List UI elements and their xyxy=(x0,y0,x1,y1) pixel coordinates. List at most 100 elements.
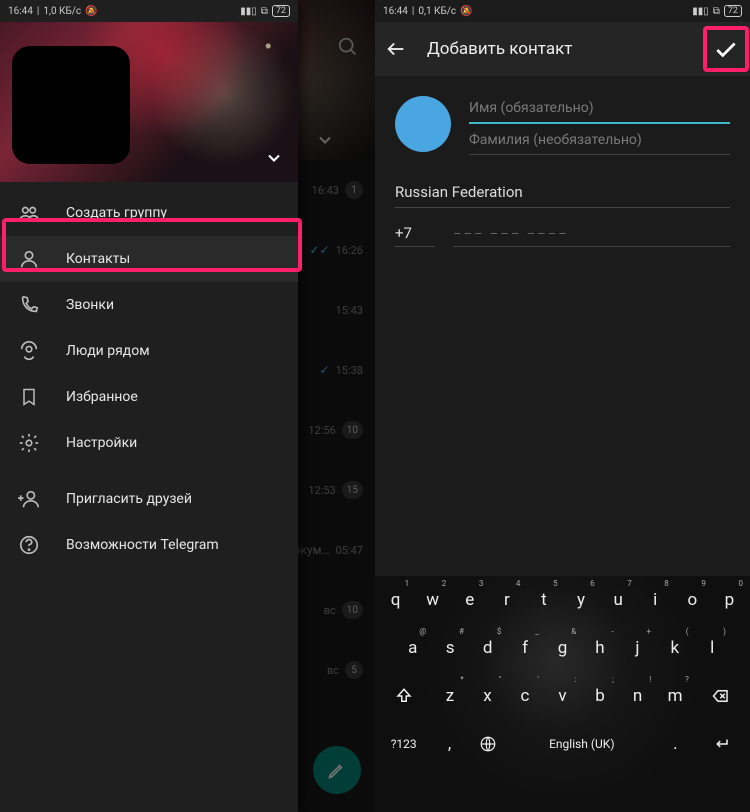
key-f[interactable]: f_ xyxy=(507,626,542,670)
key-q[interactable]: q1 xyxy=(378,578,413,622)
enter-key[interactable] xyxy=(696,722,747,766)
signal-icon: ▮▮▯ xyxy=(692,6,709,17)
arrow-left-icon xyxy=(385,38,407,60)
key-j[interactable]: j+ xyxy=(620,626,655,670)
key-r[interactable]: r4 xyxy=(489,578,524,622)
key-c[interactable]: c' xyxy=(507,674,543,718)
keyboard-row-1: q1w2e3r4t5y6u7i8o9p0 xyxy=(375,576,750,624)
enter-icon xyxy=(711,735,731,753)
phone-code-field[interactable]: +7 xyxy=(395,224,435,247)
menu-label: Контакты xyxy=(66,251,130,267)
mute-icon: 🔕 xyxy=(460,6,472,17)
key-t[interactable]: t5 xyxy=(526,578,561,622)
key-y[interactable]: y6 xyxy=(564,578,599,622)
keyboard-row-3: z*x"c'v:b;n!m? xyxy=(375,672,750,720)
key-hint: _ xyxy=(535,627,539,636)
menu-item-settings[interactable]: Настройки xyxy=(0,420,298,466)
key-k[interactable]: k( xyxy=(657,626,692,670)
key-hint: ( xyxy=(686,627,689,636)
menu-separator xyxy=(0,466,298,476)
comma-key[interactable]: , xyxy=(431,722,468,766)
last-name-field[interactable]: Фамилия (необязательно) xyxy=(469,124,730,155)
menu-label: Настройки xyxy=(66,435,137,451)
key-p[interactable]: p0 xyxy=(712,578,747,622)
key-hint: 6 xyxy=(590,579,595,588)
key-g[interactable]: g& xyxy=(545,626,580,670)
period-key[interactable]: . xyxy=(657,722,694,766)
battery-indicator: 72 xyxy=(724,5,742,17)
keyboard-row-2: a@s#d$f_g&h-j+k(l) xyxy=(375,624,750,672)
account-switch-chevron[interactable] xyxy=(264,148,284,168)
key-z[interactable]: z* xyxy=(432,674,468,718)
language-key[interactable] xyxy=(470,722,507,766)
key-n[interactable]: n! xyxy=(620,674,656,718)
key-hint: 5 xyxy=(553,579,558,588)
key-hint: 4 xyxy=(516,579,521,588)
globe-icon xyxy=(479,735,497,753)
key-hint: : xyxy=(574,675,576,684)
menu-item-features[interactable]: Возможности Telegram xyxy=(0,522,298,568)
menu-item-calls[interactable]: Звонки xyxy=(0,282,298,328)
chevron-down-icon xyxy=(264,148,284,168)
space-key[interactable]: English (UK) xyxy=(509,722,656,766)
backspace-icon xyxy=(710,687,732,705)
keyboard-row-bottom: ?123 , English (UK) . xyxy=(375,720,750,770)
key-hint: 2 xyxy=(442,579,447,588)
key-a[interactable]: a@ xyxy=(395,626,430,670)
country-selector[interactable]: Russian Federation xyxy=(395,183,730,208)
key-b[interactable]: b; xyxy=(582,674,618,718)
key-s[interactable]: s# xyxy=(432,626,467,670)
add-contact-form: Имя (обязательно) Фамилия (необязательно… xyxy=(375,76,750,247)
status-netspeed: 1,0 КБ/с xyxy=(43,6,81,17)
key-v[interactable]: v: xyxy=(545,674,581,718)
symbols-key[interactable]: ?123 xyxy=(378,722,429,766)
key-hint: + xyxy=(647,627,652,636)
key-x[interactable]: x" xyxy=(470,674,506,718)
key-hint: 7 xyxy=(627,579,632,588)
phone-number-field[interactable]: ––– ––– –––– xyxy=(453,227,730,247)
status-clock: 16:44 xyxy=(8,6,33,17)
menu-item-nearby[interactable]: Люди рядом xyxy=(0,328,298,374)
page-title: Добавить контакт xyxy=(427,39,572,59)
contact-avatar-placeholder[interactable] xyxy=(395,96,451,152)
key-d[interactable]: d$ xyxy=(470,626,505,670)
phone-icon xyxy=(18,294,40,316)
drawer-header xyxy=(0,22,298,182)
back-button[interactable] xyxy=(383,36,409,62)
menu-label: Пригласить друзей xyxy=(66,491,192,507)
key-m[interactable]: m? xyxy=(657,674,693,718)
key-hint: ; xyxy=(612,675,614,684)
phone-code-value: +7 xyxy=(395,224,412,242)
shift-key[interactable] xyxy=(378,674,430,718)
confirm-button[interactable] xyxy=(708,32,744,68)
check-icon xyxy=(713,37,739,63)
key-hint: ) xyxy=(723,627,726,636)
key-hint: 3 xyxy=(479,579,484,588)
key-u[interactable]: u7 xyxy=(601,578,636,622)
key-hint: 1 xyxy=(405,579,410,588)
key-hint: * xyxy=(460,675,463,684)
first-name-placeholder: Имя (обязательно) xyxy=(469,100,594,116)
wifi-icon: ⧉ xyxy=(261,6,268,17)
menu-item-contacts[interactable]: Контакты xyxy=(0,236,298,282)
key-hint: 0 xyxy=(738,579,743,588)
menu-item-new-group[interactable]: Создать группу xyxy=(0,190,298,236)
menu-label: Создать группу xyxy=(66,205,167,221)
key-hint: 8 xyxy=(664,579,669,588)
menu-label: Избранное xyxy=(66,389,138,405)
bookmark-icon xyxy=(18,386,40,408)
first-name-field[interactable]: Имя (обязательно) xyxy=(469,92,730,124)
profile-avatar[interactable] xyxy=(12,46,130,164)
menu-item-saved[interactable]: Избранное xyxy=(0,374,298,420)
menu-item-invite[interactable]: Пригласить друзей xyxy=(0,476,298,522)
key-h[interactable]: h- xyxy=(582,626,617,670)
invite-icon xyxy=(18,488,40,510)
backspace-key[interactable] xyxy=(695,674,747,718)
key-i[interactable]: i8 xyxy=(638,578,673,622)
wifi-icon: ⧉ xyxy=(713,6,720,17)
key-o[interactable]: o9 xyxy=(675,578,710,622)
key-w[interactable]: w2 xyxy=(415,578,450,622)
shift-icon xyxy=(395,687,413,705)
key-e[interactable]: e3 xyxy=(452,578,487,622)
key-l[interactable]: l) xyxy=(695,626,730,670)
